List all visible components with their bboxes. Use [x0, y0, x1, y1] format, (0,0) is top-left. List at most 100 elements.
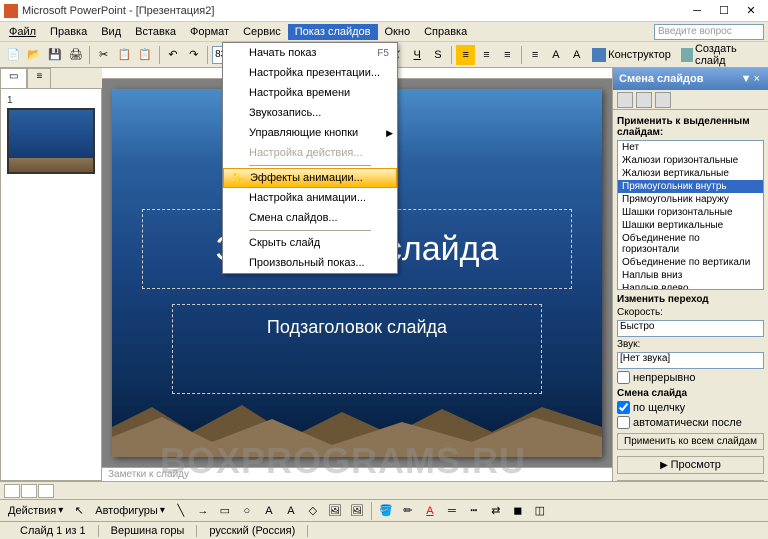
slides-tab[interactable]: ▭: [0, 68, 27, 88]
notes-pane[interactable]: Заметки к слайду: [102, 467, 612, 481]
arrow-icon[interactable]: →: [193, 501, 213, 521]
thumbnail-list[interactable]: 1: [0, 88, 102, 481]
menu-item[interactable]: Скрыть слайд: [223, 233, 397, 253]
menu-window[interactable]: Окно: [378, 24, 418, 40]
outline-tab[interactable]: ≡: [27, 68, 51, 88]
rectangle-icon[interactable]: ▭: [215, 501, 235, 521]
actions-menu[interactable]: Действия ▾: [4, 503, 67, 519]
subtitle-placeholder[interactable]: Подзаголовок слайда: [172, 304, 542, 394]
transition-item[interactable]: Нет: [618, 141, 763, 154]
menu-item[interactable]: ✨Эффекты анимации...: [223, 168, 397, 188]
nav-back-icon[interactable]: [617, 92, 633, 108]
paste-icon[interactable]: 📋: [136, 45, 155, 65]
select-icon[interactable]: ↖: [69, 501, 89, 521]
underline-icon[interactable]: Ч: [408, 45, 427, 65]
transition-item[interactable]: Шашки горизонтальные: [618, 206, 763, 219]
onclick-checkbox[interactable]: [617, 401, 630, 414]
transition-item[interactable]: Прямоугольник внутрь: [618, 180, 763, 193]
thumb-number: 1: [7, 95, 95, 106]
menu-help[interactable]: Справка: [417, 24, 474, 40]
close-button[interactable]: ✕: [738, 2, 764, 20]
3d-icon[interactable]: ◫: [530, 501, 550, 521]
textbox-icon[interactable]: A: [259, 501, 279, 521]
transition-item[interactable]: Объединение по горизонтали: [618, 232, 763, 256]
normal-view-icon[interactable]: [4, 484, 20, 498]
auto-checkbox[interactable]: [617, 416, 630, 429]
menu-item[interactable]: Настройка времени: [223, 83, 397, 103]
transition-item[interactable]: Прямоугольник наружу: [618, 193, 763, 206]
status-lang: русский (Россия): [197, 525, 308, 537]
decrease-font-icon[interactable]: A: [567, 45, 586, 65]
menu-item[interactable]: Произвольный показ...: [223, 253, 397, 273]
fillcolor-icon[interactable]: 🪣: [376, 501, 396, 521]
print-icon[interactable]: 🖨: [66, 45, 85, 65]
transition-list[interactable]: НетЖалюзи горизонтальныеЖалюзи вертикаль…: [617, 140, 764, 290]
transition-item[interactable]: Наплыв влево: [618, 282, 763, 290]
transition-item[interactable]: Жалюзи горизонтальные: [618, 154, 763, 167]
menu-item[interactable]: Смена слайдов...: [223, 208, 397, 228]
copy-icon[interactable]: 📋: [115, 45, 134, 65]
new-slide-button[interactable]: Создать слайд: [677, 41, 764, 69]
designer-button[interactable]: Конструктор: [588, 46, 675, 64]
shadow-icon[interactable]: S: [429, 45, 448, 65]
slide-thumbnail-1[interactable]: [7, 108, 95, 174]
picture-icon[interactable]: 🖼: [347, 501, 367, 521]
bullets-icon[interactable]: ≡: [526, 45, 545, 65]
help-search-input[interactable]: Введите вопрос: [654, 24, 764, 40]
taskpane-close-icon[interactable]: ×: [752, 73, 762, 85]
oval-icon[interactable]: ○: [237, 501, 257, 521]
sorter-view-icon[interactable]: [21, 484, 37, 498]
cut-icon[interactable]: ✂: [94, 45, 113, 65]
slideshow-button[interactable]: 🖵 Показ слайдов: [617, 480, 764, 481]
save-icon[interactable]: 💾: [46, 45, 65, 65]
fontcolor-icon[interactable]: A: [420, 501, 440, 521]
menu-file[interactable]: Файл: [2, 24, 43, 40]
transition-item[interactable]: Жалюзи вертикальные: [618, 167, 763, 180]
arrowstyle-icon[interactable]: ⇄: [486, 501, 506, 521]
clipart-icon[interactable]: 🖼: [325, 501, 345, 521]
menu-item[interactable]: Начать показF5: [223, 43, 397, 63]
play-button[interactable]: ▶ Просмотр: [617, 456, 764, 474]
menu-tools[interactable]: Сервис: [236, 24, 288, 40]
menu-item[interactable]: Настройка презентации...: [223, 63, 397, 83]
menu-edit[interactable]: Правка: [43, 24, 94, 40]
apply-label: Применить к выделенным слайдам:: [617, 116, 764, 138]
transition-item[interactable]: Шашки вертикальные: [618, 219, 763, 232]
align-right-icon[interactable]: ≡: [498, 45, 517, 65]
sound-select[interactable]: [Нет звука]: [617, 352, 764, 369]
wordart-icon[interactable]: A: [281, 501, 301, 521]
apply-all-button[interactable]: Применить ко всем слайдам: [617, 433, 764, 450]
loop-checkbox[interactable]: [617, 371, 630, 384]
linestyle-icon[interactable]: ═: [442, 501, 462, 521]
shadow-style-icon[interactable]: ◼: [508, 501, 528, 521]
menu-slideshow[interactable]: Показ слайдов: [288, 24, 378, 40]
line-icon[interactable]: ╲: [171, 501, 191, 521]
linecolor-icon[interactable]: ✏: [398, 501, 418, 521]
taskpane-dropdown-icon[interactable]: ▼: [741, 73, 752, 85]
transition-item[interactable]: Объединение по вертикали: [618, 256, 763, 269]
undo-icon[interactable]: ↶: [164, 45, 183, 65]
speed-select[interactable]: Быстро: [617, 320, 764, 337]
diagram-icon[interactable]: ◇: [303, 501, 323, 521]
new-icon[interactable]: 📄: [4, 45, 23, 65]
transition-item[interactable]: Наплыв вниз: [618, 269, 763, 282]
align-center-icon[interactable]: ≡: [477, 45, 496, 65]
menu-item[interactable]: Настройка анимации...: [223, 188, 397, 208]
menu-view[interactable]: Вид: [94, 24, 128, 40]
view-bar: [0, 481, 768, 499]
menu-format[interactable]: Формат: [183, 24, 236, 40]
redo-icon[interactable]: ↷: [184, 45, 203, 65]
nav-home-icon[interactable]: [655, 92, 671, 108]
increase-font-icon[interactable]: A: [546, 45, 565, 65]
open-icon[interactable]: 📂: [25, 45, 44, 65]
autoshapes-menu[interactable]: Автофигуры ▾: [91, 503, 169, 519]
minimize-button[interactable]: ─: [684, 2, 710, 20]
nav-forward-icon[interactable]: [636, 92, 652, 108]
menu-insert[interactable]: Вставка: [128, 24, 183, 40]
slideshow-view-icon[interactable]: [38, 484, 54, 498]
maximize-button[interactable]: ☐: [711, 2, 737, 20]
align-left-icon[interactable]: ≡: [456, 45, 475, 65]
dashstyle-icon[interactable]: ┅: [464, 501, 484, 521]
menu-item[interactable]: Управляющие кнопки▶: [223, 123, 397, 143]
menu-item[interactable]: Звукозапись...: [223, 103, 397, 123]
